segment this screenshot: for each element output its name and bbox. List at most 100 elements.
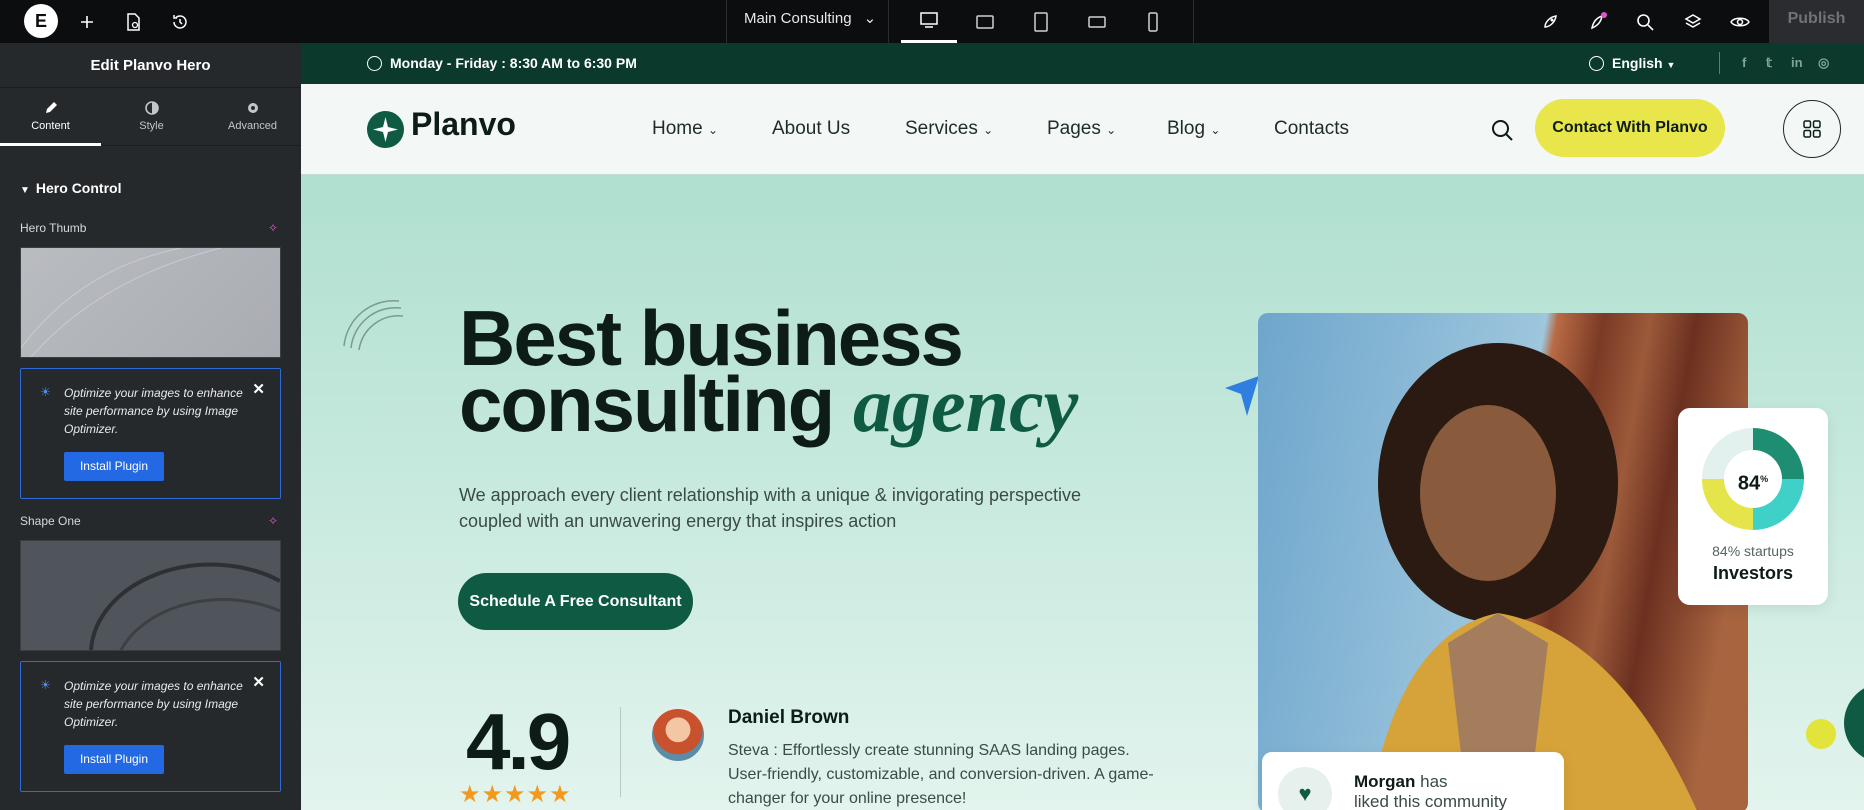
decorative-circle xyxy=(1844,683,1864,763)
pencil-icon xyxy=(45,102,57,113)
language-label: English xyxy=(1612,55,1663,71)
lightbulb-icon: ☀ xyxy=(40,385,51,399)
nav-contacts[interactable]: Contacts xyxy=(1274,118,1349,140)
section-hero-control[interactable]: ▼ Hero Control xyxy=(20,180,121,196)
stat-caption: 84% startups xyxy=(1712,543,1794,559)
main-nav: Planvo Home ⌄ About Us Services ⌄ Pages … xyxy=(301,84,1864,175)
hours-text: Monday - Friday : 8:30 AM to 6:30 PM xyxy=(390,55,637,71)
install-plugin-button[interactable]: Install Plugin xyxy=(64,745,164,774)
layers-icon[interactable] xyxy=(1682,11,1704,33)
hero-heading: Best business consulting agency xyxy=(459,299,1078,444)
stat-number: 84 xyxy=(1737,472,1761,495)
language-selector[interactable]: English ▼ xyxy=(1589,55,1675,71)
hero-line-2: consulting agency xyxy=(459,365,1078,444)
top-info-bar: Monday - Friday : 8:30 AM to 6:30 PM Eng… xyxy=(301,43,1864,84)
editor-top-bar: E Main Consulting ⌄ Publish xyxy=(0,0,1864,43)
close-icon[interactable]: ✕ xyxy=(252,380,265,398)
caret-down-icon: ▼ xyxy=(1666,60,1676,70)
section-title: Hero Control xyxy=(35,180,122,196)
nav-label: Pages xyxy=(1047,118,1101,139)
search-icon[interactable] xyxy=(1634,11,1656,33)
nav-home[interactable]: Home ⌄ xyxy=(652,118,718,140)
hero-thumb-preview[interactable] xyxy=(20,247,281,358)
star-rating-icon: ★★★★★ xyxy=(459,781,572,808)
stat-card: 84% 84% startups Investors xyxy=(1678,408,1828,605)
divider xyxy=(888,0,889,43)
chevron-down-icon: ⌄ xyxy=(707,123,719,137)
nav-services[interactable]: Services ⌄ xyxy=(905,118,993,140)
nav-label: Home xyxy=(652,118,703,139)
close-icon[interactable]: ✕ xyxy=(252,673,265,691)
nav-label: Services xyxy=(905,118,978,139)
community-card: ♥ Morgan has liked this community xyxy=(1262,752,1564,810)
rocket-icon[interactable] xyxy=(1539,11,1561,33)
device-desktop-icon[interactable] xyxy=(901,0,957,43)
decorative-dot xyxy=(1806,719,1836,749)
tab-content[interactable]: Content xyxy=(0,88,101,146)
decorative-arc-icon xyxy=(343,299,404,351)
nav-about[interactable]: About Us xyxy=(772,118,850,140)
instagram-icon[interactable]: ◎ xyxy=(1818,55,1829,71)
community-action: has xyxy=(1420,772,1448,791)
rating-value: 4.9 xyxy=(466,697,571,786)
nav-label: Blog xyxy=(1167,118,1206,139)
device-mobile-icon[interactable] xyxy=(1125,0,1181,43)
grid-menu-icon[interactable] xyxy=(1783,100,1841,158)
chevron-down-icon: ⌄ xyxy=(1210,123,1221,137)
preview-eye-icon[interactable] xyxy=(1729,11,1751,33)
hero-emphasis: agency xyxy=(852,361,1079,448)
document-title: Main Consulting xyxy=(744,10,852,27)
search-icon[interactable] xyxy=(1491,119,1513,141)
publish-button[interactable]: Publish xyxy=(1769,0,1864,43)
tab-label: Advanced xyxy=(228,120,277,132)
notifications-icon[interactable] xyxy=(1587,11,1609,33)
install-plugin-button[interactable]: Install Plugin xyxy=(64,452,164,481)
ai-sparkle-icon[interactable]: ✧ xyxy=(268,514,278,528)
add-element-icon[interactable] xyxy=(76,11,98,33)
facebook-icon[interactable]: f xyxy=(1742,55,1746,70)
editor-panel: Edit Planvo Hero Content Style Advanced … xyxy=(0,43,301,810)
testimonial-name: Daniel Brown xyxy=(728,707,850,728)
elementor-logo-icon[interactable]: E xyxy=(24,4,58,38)
page-settings-icon[interactable] xyxy=(122,11,144,33)
planvo-logo-icon[interactable] xyxy=(367,111,404,148)
notice-text: Optimize your images to enhance site per… xyxy=(64,679,243,729)
device-tablet-icon[interactable] xyxy=(1013,0,1069,43)
shape-one-preview[interactable] xyxy=(20,540,281,651)
document-selector[interactable]: Main Consulting ⌄ xyxy=(744,0,876,43)
nav-pages[interactable]: Pages ⌄ xyxy=(1047,118,1116,140)
globe-icon xyxy=(1589,56,1604,71)
stat-value: 84% xyxy=(1724,450,1782,508)
tab-label: Style xyxy=(139,120,164,132)
contact-cta-button[interactable]: Contact With Planvo xyxy=(1535,99,1725,157)
business-hours: Monday - Friday : 8:30 AM to 6:30 PM xyxy=(367,55,637,71)
linkedin-icon[interactable]: in xyxy=(1791,55,1803,70)
nav-blog[interactable]: Blog ⌄ xyxy=(1167,118,1220,140)
device-tablet-landscape-icon[interactable] xyxy=(1069,0,1125,43)
twitter-icon[interactable]: 𝕥 xyxy=(1766,55,1772,71)
panel-tabs: Content Style Advanced xyxy=(0,88,301,146)
tab-label: Content xyxy=(31,120,70,132)
person-photo-icon xyxy=(1368,343,1697,810)
heart-icon: ♥ xyxy=(1278,767,1332,810)
tab-advanced[interactable]: Advanced xyxy=(202,88,303,146)
device-laptop-icon[interactable] xyxy=(957,0,1013,43)
gear-icon xyxy=(247,103,258,113)
community-text: Morgan has liked this community xyxy=(1354,772,1507,810)
shape-one-label: Shape One xyxy=(20,514,81,528)
schedule-consultation-button[interactable]: Schedule A Free Consultant xyxy=(458,573,693,630)
hero-thumb-label: Hero Thumb xyxy=(20,221,87,235)
divider xyxy=(1719,52,1720,74)
hero-line-2-text: consulting xyxy=(459,360,835,448)
divider xyxy=(620,707,621,797)
community-name: Morgan xyxy=(1354,772,1416,791)
hero-photo xyxy=(1258,313,1748,810)
divider xyxy=(726,0,727,43)
ai-sparkle-icon[interactable]: ✧ xyxy=(268,221,278,235)
logo-text[interactable]: Planvo xyxy=(411,106,516,143)
half-circle-icon xyxy=(144,101,159,115)
chevron-down-icon: ⌄ xyxy=(983,123,994,137)
history-icon[interactable] xyxy=(169,11,191,33)
tab-style[interactable]: Style xyxy=(101,88,202,146)
avatar xyxy=(650,707,706,763)
